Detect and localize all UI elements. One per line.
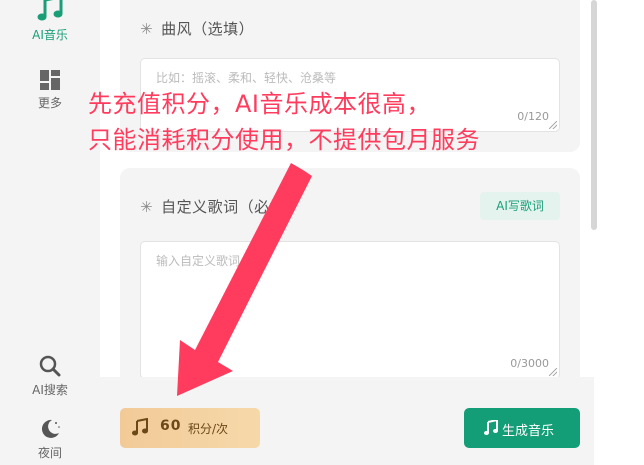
annotation-arrow-icon xyxy=(177,163,312,396)
